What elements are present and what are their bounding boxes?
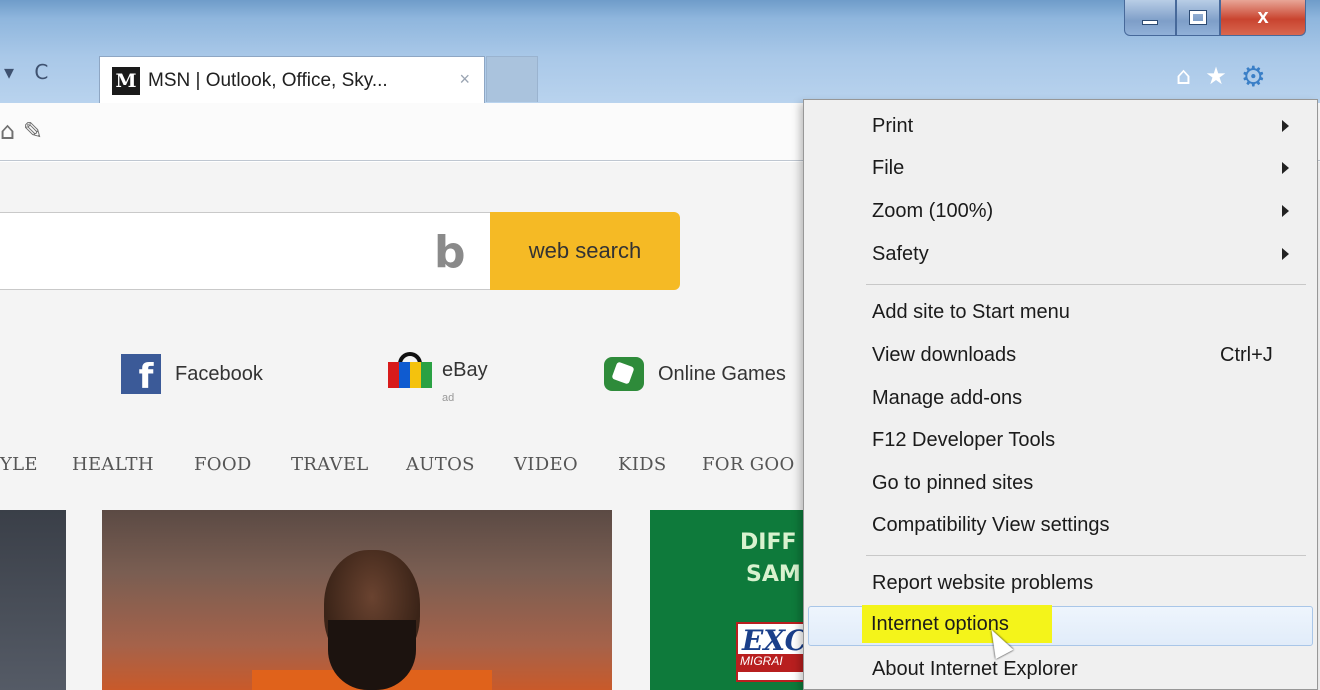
menu-item-manage-add-ons[interactable]: Manage add-ons: [804, 378, 1317, 418]
menu-item-safety[interactable]: Safety: [804, 234, 1317, 274]
maximize-button[interactable]: [1176, 0, 1220, 36]
menu-item-label: About Internet Explorer: [872, 657, 1078, 680]
search-input[interactable]: b: [0, 212, 490, 290]
minimize-icon: [1142, 20, 1158, 25]
home-icon[interactable]: ⌂: [1176, 62, 1191, 90]
minimize-button[interactable]: [1124, 0, 1176, 36]
tools-menu: Print File Zoom (100%) Safety Add site t…: [803, 99, 1318, 690]
tab-msn[interactable]: M MSN | Outlook, Office, Sky... ×: [99, 56, 485, 104]
menu-item-label: F12 Developer Tools: [872, 428, 1056, 451]
maximize-icon: [1189, 10, 1207, 25]
category-link[interactable]: FOR GOO: [702, 454, 795, 475]
msn-favicon-icon: M: [112, 66, 140, 95]
ad-logo-sub: MIGRAI: [736, 654, 810, 672]
category-link[interactable]: KIDS: [618, 454, 667, 475]
category-link[interactable]: VIDEO: [514, 454, 578, 475]
menu-item-report-website-problems[interactable]: Report website problems: [804, 563, 1317, 603]
menu-item-shortcut: Ctrl+J: [1220, 343, 1273, 366]
news-card-photo[interactable]: [102, 510, 612, 690]
submenu-arrow-icon: [1282, 248, 1289, 260]
menu-item-go-to-pinned-sites[interactable]: Go to pinned sites: [804, 463, 1317, 503]
web-search-button[interactable]: web search: [490, 212, 680, 290]
command-bar-icons[interactable]: ⌂ ✎: [0, 117, 43, 145]
menu-item-file[interactable]: File: [804, 148, 1317, 188]
ad-label: ad: [442, 392, 455, 404]
menu-item-label: File: [872, 156, 905, 179]
ebay-icon: [388, 352, 432, 388]
menu-item-label: Report website problems: [872, 571, 1094, 594]
tab-title: MSN | Outlook, Office, Sky...: [148, 69, 388, 91]
quick-link-label: Facebook: [175, 362, 263, 385]
quick-links: f Facebook eBay ad Online Games: [0, 352, 800, 412]
submenu-arrow-icon: [1282, 205, 1289, 217]
favorites-star-icon[interactable]: ★: [1205, 62, 1227, 90]
menu-item-label: Zoom (100%): [872, 199, 994, 222]
menu-separator: [866, 284, 1306, 285]
ebay-bag: [388, 362, 432, 388]
news-card[interactable]: [0, 510, 66, 690]
menu-item-view-downloads[interactable]: View downloads Ctrl+J: [804, 335, 1317, 375]
menu-item-print[interactable]: Print: [804, 106, 1317, 146]
menu-item-label: Manage add-ons: [872, 386, 1023, 409]
ad-line: SAM: [746, 562, 801, 587]
submenu-arrow-icon: [1282, 162, 1289, 174]
menu-item-label: Compatibility View settings: [872, 513, 1110, 536]
tools-gear-icon[interactable]: ⚙: [1241, 60, 1266, 93]
menu-item-f12-developer-tools[interactable]: F12 Developer Tools: [804, 420, 1317, 460]
menu-item-zoom[interactable]: Zoom (100%): [804, 191, 1317, 231]
menu-item-add-site-to-start-menu[interactable]: Add site to Start menu: [804, 292, 1317, 332]
menu-separator: [866, 555, 1306, 556]
refresh-icon[interactable]: C: [34, 60, 48, 84]
window-controls: x: [1124, 0, 1306, 40]
quick-link-facebook[interactable]: f Facebook: [121, 352, 263, 396]
photo-beard: [328, 620, 416, 690]
category-link[interactable]: FOOD: [194, 454, 252, 475]
quick-link-label: eBay: [442, 358, 488, 381]
category-link[interactable]: YLE: [0, 454, 38, 475]
facebook-icon: f: [121, 354, 161, 394]
address-controls: ▾ C: [4, 60, 48, 84]
games-icon: [604, 357, 644, 391]
submenu-arrow-icon: [1282, 120, 1289, 132]
menu-item-label: Add site to Start menu: [872, 300, 1070, 323]
menu-item-label: View downloads: [872, 343, 1017, 366]
quick-link-ebay[interactable]: eBay: [388, 348, 488, 392]
menu-item-label: Go to pinned sites: [872, 471, 1034, 494]
web-search-label: web search: [528, 238, 642, 263]
category-link[interactable]: TRAVEL: [291, 454, 369, 475]
menu-item-compatibility-view-settings[interactable]: Compatibility View settings: [804, 505, 1317, 545]
category-link[interactable]: AUTOS: [406, 454, 475, 475]
quick-link-label: Online Games: [658, 362, 786, 385]
new-tab-button[interactable]: [486, 56, 538, 102]
tab-close-icon[interactable]: ×: [459, 69, 470, 90]
ad-logo: EXC: [736, 622, 810, 682]
browser-toolbar-right: ⌂ ★ ⚙: [1176, 58, 1266, 94]
close-icon: x: [1257, 6, 1269, 28]
bing-logo-icon: b: [434, 227, 466, 278]
category-link[interactable]: HEALTH: [72, 454, 154, 475]
ad-line: DIFF: [740, 530, 797, 555]
menu-item-label: Safety: [872, 242, 929, 265]
quick-link-online-games[interactable]: Online Games: [604, 352, 786, 396]
menu-item-label: Print: [872, 114, 914, 137]
category-nav: YLE HEALTH FOOD TRAVEL AUTOS VIDEO KIDS …: [0, 450, 810, 486]
ad-card[interactable]: DIFF SAM EXC MIGRAI: [650, 510, 810, 690]
close-button[interactable]: x: [1220, 0, 1306, 36]
search-dropdown-icon[interactable]: ▾: [4, 60, 14, 84]
menu-item-about-internet-explorer[interactable]: About Internet Explorer: [804, 649, 1317, 689]
